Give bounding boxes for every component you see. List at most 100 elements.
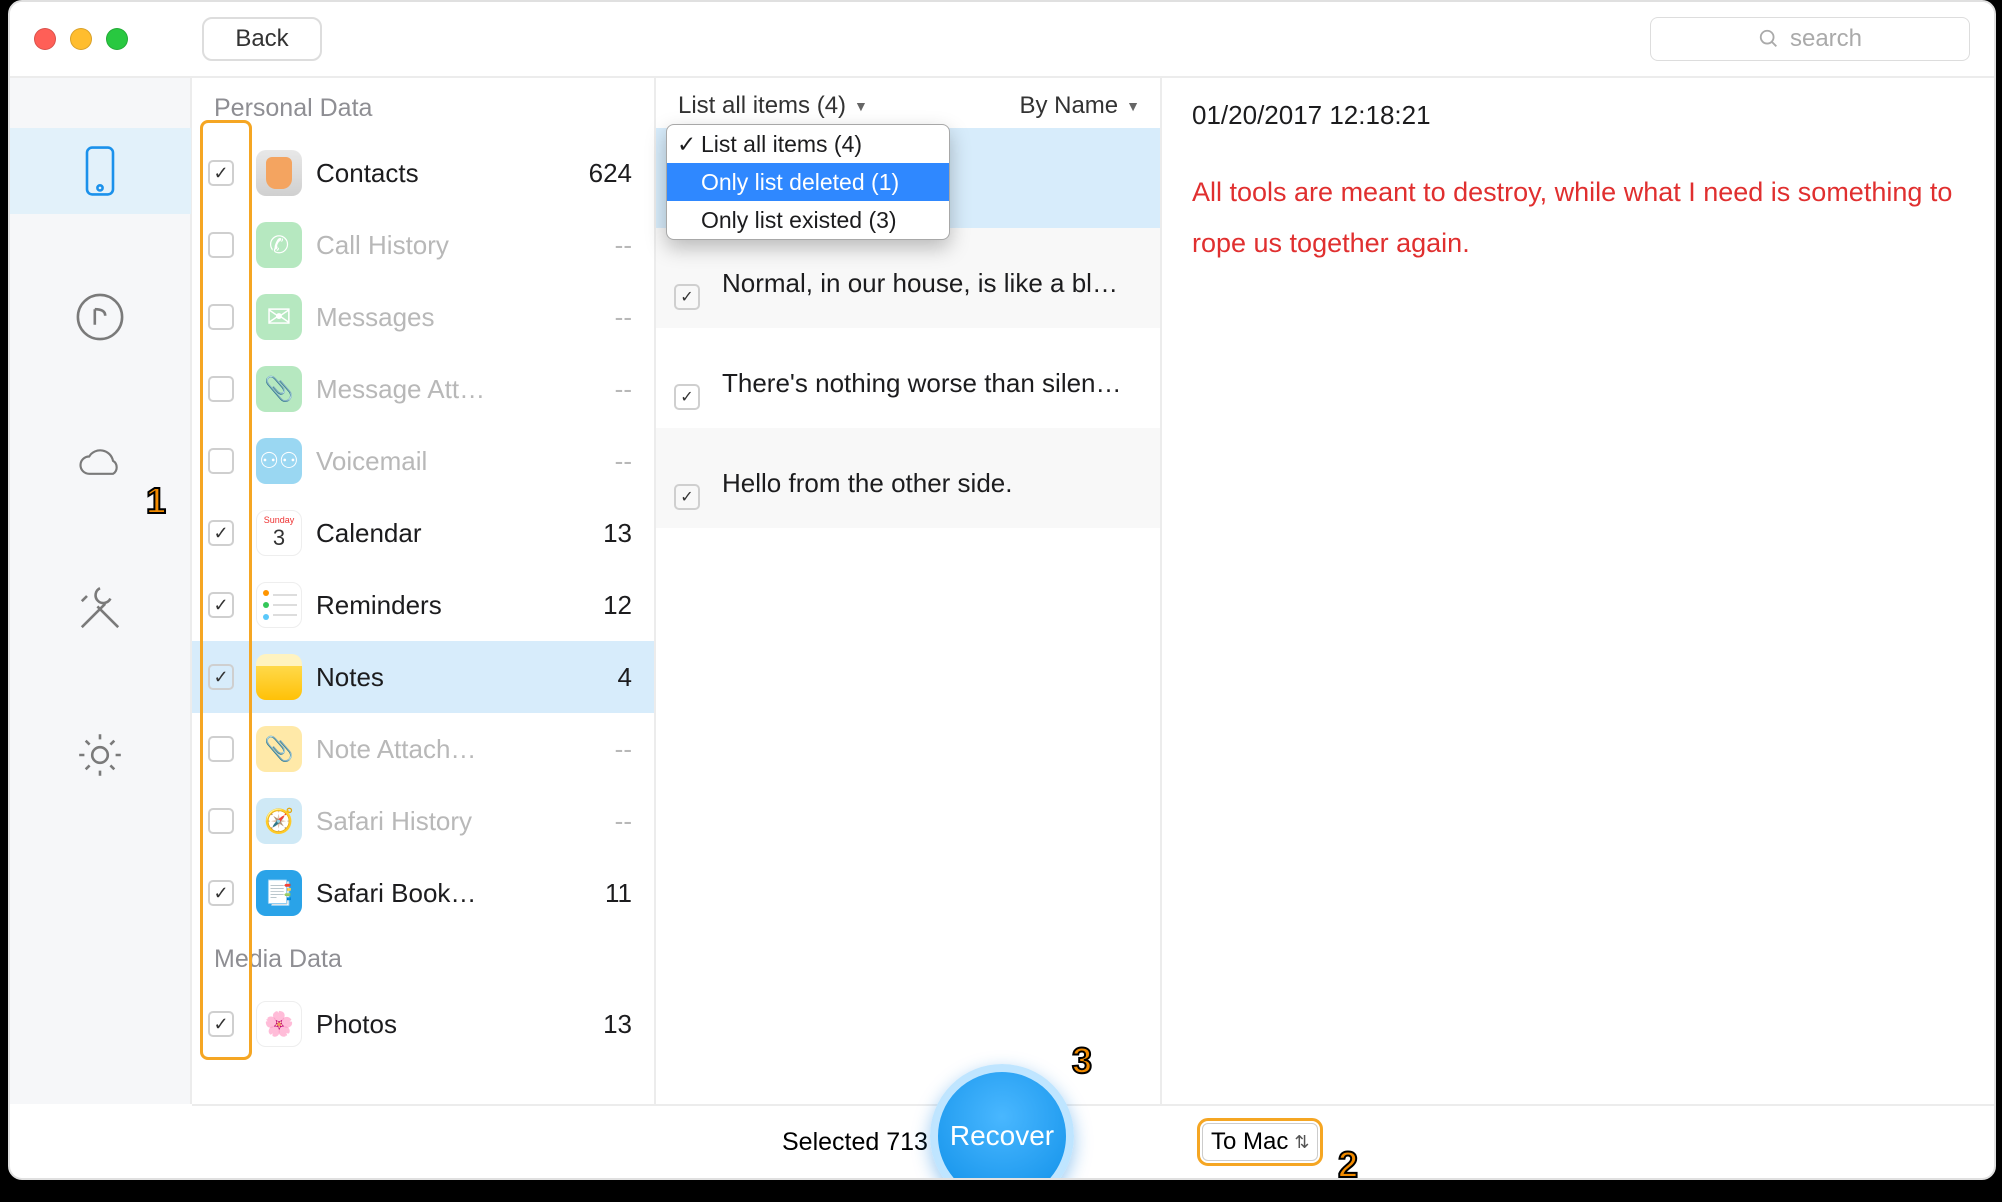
category-checkbox[interactable]: [208, 232, 234, 258]
attachment-icon: 📎: [256, 366, 302, 412]
category-checkbox[interactable]: [208, 448, 234, 474]
detail-panel: 01/20/2017 12:18:21 All tools are meant …: [1162, 78, 1994, 1104]
category-checkbox[interactable]: [208, 1011, 234, 1037]
filter-option[interactable]: Only list deleted (1): [667, 163, 949, 201]
category-row-messages[interactable]: ✉ Messages--: [192, 281, 654, 353]
list-checkbox[interactable]: [674, 284, 700, 310]
list-item-text: Normal, in our house, is like a bl…: [722, 258, 1142, 299]
sort-dropdown[interactable]: By Name ▼: [1019, 92, 1140, 120]
sidebar-item-media[interactable]: [9, 274, 191, 360]
list-row[interactable]: Normal, in our house, is like a bl…: [656, 228, 1160, 328]
messages-icon: ✉: [256, 294, 302, 340]
stepper-icon: ⇅: [1294, 1132, 1309, 1153]
category-checkbox[interactable]: [208, 592, 234, 618]
notes-icon: [256, 654, 302, 700]
category-label: Reminders: [316, 590, 603, 621]
category-header-personal: Personal Data: [192, 78, 654, 137]
category-label: Voicemail: [316, 446, 615, 477]
list-row[interactable]: There's nothing worse than silen…: [656, 328, 1160, 428]
window-controls: [34, 28, 128, 50]
category-count: --: [615, 230, 632, 261]
category-row-photos[interactable]: 🌸 Photos13: [192, 988, 654, 1060]
category-row-contacts[interactable]: Contacts624: [192, 137, 654, 209]
filter-label: List all items (4): [678, 92, 846, 120]
category-label: Safari History: [316, 806, 615, 837]
list-checkbox[interactable]: [674, 484, 700, 510]
device-icon: [74, 145, 126, 197]
filter-option-label: Only list existed (3): [701, 207, 897, 234]
category-row-safari[interactable]: 🧭Safari History--: [192, 785, 654, 857]
tools-icon: [74, 583, 126, 635]
filter-option[interactable]: Only list existed (3): [667, 201, 949, 239]
category-label: Photos: [316, 1009, 603, 1040]
sidebar-item-tools[interactable]: [9, 566, 191, 652]
category-count: 4: [618, 662, 632, 693]
category-checkbox[interactable]: [208, 520, 234, 546]
list-row[interactable]: Hello from the other side.: [656, 428, 1160, 528]
search-icon: [1758, 28, 1780, 50]
category-label: Notes: [316, 662, 618, 693]
category-row-reminders[interactable]: Reminders12: [192, 569, 654, 641]
category-checkbox[interactable]: [208, 664, 234, 690]
back-button[interactable]: Back: [202, 17, 322, 61]
sidebar-item-settings[interactable]: [9, 712, 191, 798]
minimize-icon[interactable]: [70, 28, 92, 50]
check-icon: ✓: [677, 131, 696, 158]
close-icon[interactable]: [34, 28, 56, 50]
category-checkbox[interactable]: [208, 736, 234, 762]
category-row-attachment[interactable]: 📎 Message Att…--: [192, 353, 654, 425]
cloud-icon: [74, 437, 126, 489]
category-count: 13: [603, 1009, 632, 1040]
category-label: Message Att…: [316, 374, 615, 405]
category-row-notes[interactable]: Notes4: [192, 641, 654, 713]
category-count: 11: [605, 878, 632, 909]
detail-body: All tools are meant to destroy, while wh…: [1192, 167, 1964, 270]
category-checkbox[interactable]: [208, 880, 234, 906]
media-icon: [74, 291, 126, 343]
filter-dropdown[interactable]: List all items (4) ▼: [678, 92, 868, 120]
sidebar: [10, 78, 192, 1104]
voicemail-icon: ⚇⚇: [256, 438, 302, 484]
category-count: --: [615, 374, 632, 405]
settings-icon: [74, 729, 126, 781]
detail-timestamp: 01/20/2017 12:18:21: [1192, 100, 1964, 131]
category-count: --: [615, 446, 632, 477]
category-checkbox[interactable]: [208, 304, 234, 330]
photos-icon: 🌸: [256, 1001, 302, 1047]
filter-option-label: List all items (4): [701, 131, 862, 158]
category-label: Calendar: [316, 518, 603, 549]
category-checkbox[interactable]: [208, 160, 234, 186]
search-input[interactable]: search: [1650, 17, 1970, 61]
phone-icon: ✆: [256, 222, 302, 268]
search-placeholder: search: [1790, 25, 1862, 53]
category-count: --: [615, 302, 632, 333]
category-row-calendar[interactable]: Sunday3Calendar13: [192, 497, 654, 569]
chevron-down-icon: ▼: [854, 98, 868, 114]
destination-select[interactable]: To Mac ⇅: [1202, 1123, 1318, 1161]
category-checkbox[interactable]: [208, 376, 234, 402]
category-row-noteattach[interactable]: 📎Note Attach…--: [192, 713, 654, 785]
contacts-icon: [256, 150, 302, 196]
category-label: Messages: [316, 302, 615, 333]
annotation-callout-2: 2: [1338, 1144, 1358, 1186]
reminders-icon: [256, 582, 302, 628]
zoom-icon[interactable]: [106, 28, 128, 50]
category-panel: Personal Data Contacts624✆Call History--…: [192, 78, 656, 1104]
category-row-bookmarks[interactable]: 📑Safari Book…11: [192, 857, 654, 929]
category-count: 12: [603, 590, 632, 621]
list-checkbox[interactable]: [674, 384, 700, 410]
category-label: Call History: [316, 230, 615, 261]
list-item-text: Hello from the other side.: [722, 458, 1142, 499]
category-row-phone[interactable]: ✆ Call History--: [192, 209, 654, 281]
category-checkbox[interactable]: [208, 808, 234, 834]
category-label: Safari Book…: [316, 878, 605, 909]
filter-option-label: Only list deleted (1): [701, 169, 899, 196]
category-label: Note Attach…: [316, 734, 615, 765]
safari-icon: 🧭: [256, 798, 302, 844]
category-row-voicemail[interactable]: ⚇⚇ Voicemail--: [192, 425, 654, 497]
category-count: 13: [603, 518, 632, 549]
item-list-panel: List all items (4) ▼ By Name ▼ to destro…: [656, 78, 1162, 1104]
annotation-callout-1: 1: [146, 480, 166, 522]
sidebar-item-device[interactable]: [9, 128, 191, 214]
filter-option[interactable]: ✓List all items (4): [667, 125, 949, 163]
